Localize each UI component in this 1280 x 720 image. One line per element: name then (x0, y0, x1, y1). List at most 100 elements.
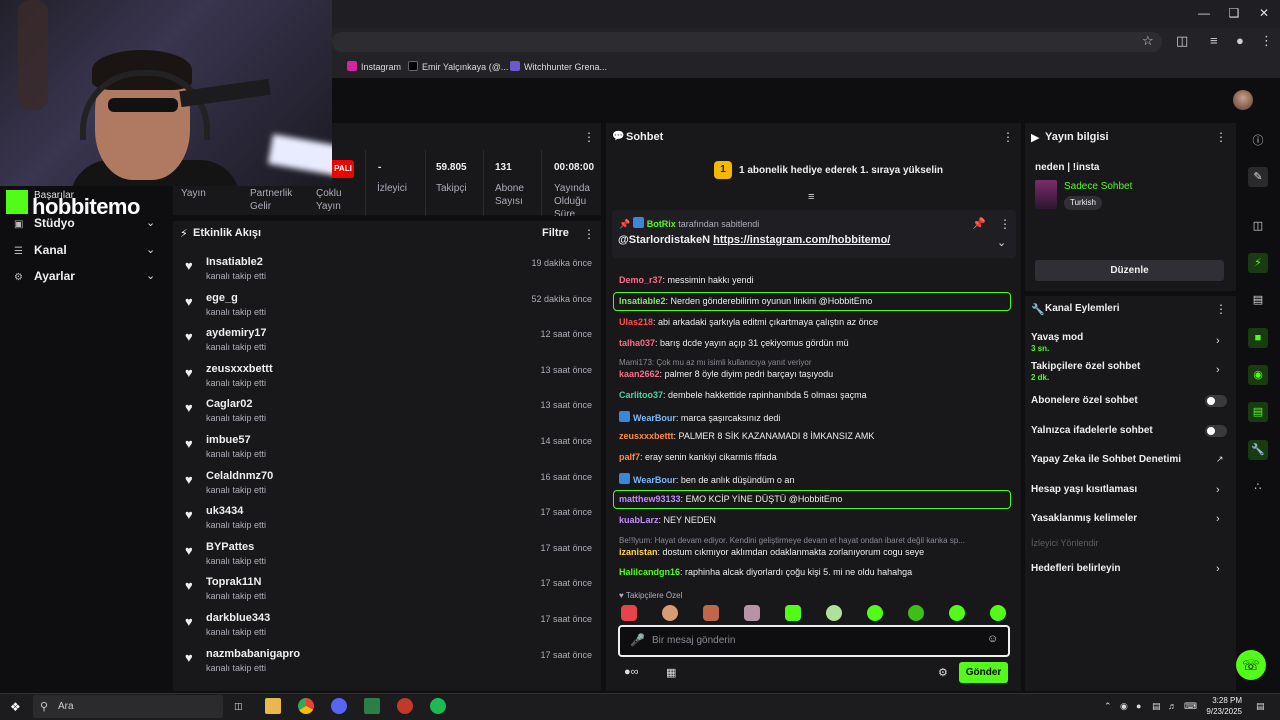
category-name[interactable]: Sadece Sohbet (1064, 181, 1132, 192)
chat-username[interactable]: zeusxxxbettt (619, 431, 674, 441)
star-icon[interactable]: ☆ (1142, 33, 1154, 49)
language-icon[interactable]: ⌨ (1184, 701, 1197, 712)
restore-icon[interactable]: ❑ (1224, 6, 1244, 20)
bookmark-witchhunter[interactable]: Witchhunter Grena... (510, 61, 607, 72)
layout-icon[interactable]: ▤ (1248, 402, 1268, 422)
more-icon[interactable]: ⋮ (583, 227, 595, 241)
send-button[interactable]: Gönder (959, 662, 1008, 683)
chevron-down-icon[interactable]: ⌄ (146, 216, 155, 229)
chevron-down-icon[interactable]: ⌄ (146, 269, 155, 282)
emote-icon[interactable] (908, 605, 924, 621)
gear-icon[interactable]: ⚙ (938, 666, 948, 679)
volume-icon[interactable]: ♬ (1168, 701, 1177, 711)
toggle-switch[interactable] (1205, 395, 1227, 407)
action-label[interactable]: Abonelere özel sohbet (1031, 395, 1138, 406)
tray-chevron-icon[interactable]: ⌃ (1104, 701, 1112, 712)
document-icon[interactable]: ▤ (1248, 290, 1268, 310)
info-icon[interactable]: ⓘ (1248, 131, 1268, 151)
action-label[interactable]: Yasaklanmış kelimeler (1031, 513, 1137, 524)
more-icon[interactable]: ⋮ (583, 130, 595, 144)
chat-username[interactable]: Carlitoo37 (619, 390, 663, 400)
xbox-icon[interactable] (364, 698, 380, 714)
wrench-icon[interactable]: 🔧 (1248, 440, 1268, 460)
emote-icon[interactable] (826, 605, 842, 621)
emote-icon[interactable] (949, 605, 965, 621)
chevron-right-icon[interactable]: › (1216, 364, 1220, 376)
discord-icon[interactable] (331, 698, 347, 714)
pin-icon[interactable]: 📌 (972, 217, 986, 230)
action-label[interactable]: Hedefleri belirleyin (1031, 563, 1120, 574)
toggle-switch[interactable] (1205, 425, 1227, 437)
crop-icon[interactable]: ◫ (1248, 216, 1268, 236)
expand-icon[interactable]: ⌄ (997, 236, 1006, 249)
more-icon[interactable]: ⋮ (1215, 130, 1227, 144)
feed-username[interactable]: ege_g (206, 292, 238, 304)
pencil-icon[interactable]: ✎ (1248, 167, 1268, 187)
menu-icon[interactable]: ⋮ (1260, 33, 1273, 49)
action-label[interactable]: Takipçilere özel sohbet (1031, 361, 1140, 372)
sub-goal-text[interactable]: 1 abonelik hediye ederek 1. sıraya yükse… (739, 165, 943, 176)
extensions-icon[interactable]: ◫ (1176, 33, 1188, 49)
more-icon[interactable]: ⋮ (1002, 130, 1014, 144)
more-icon[interactable]: ⋮ (1215, 302, 1227, 316)
chat-username[interactable]: kuabLarz (619, 515, 659, 525)
emote-icon[interactable] (785, 605, 801, 621)
emote-icon[interactable] (867, 605, 883, 621)
chat-username[interactable]: WearBour (633, 475, 676, 485)
task-view-icon[interactable]: ◫ (234, 701, 243, 712)
support-icon[interactable]: ☏ (1236, 650, 1266, 680)
mic-icon[interactable]: ● (1136, 701, 1141, 711)
profile-icon[interactable]: ● (1236, 33, 1244, 48)
emote-icon[interactable] (744, 605, 760, 621)
chat-username[interactable]: Halilcandgn16 (619, 567, 680, 577)
action-label[interactable]: Yavaş mod (1031, 332, 1083, 343)
chat-username[interactable]: kaan2662 (619, 369, 660, 379)
emote-icon[interactable] (990, 605, 1006, 621)
dots-icon[interactable]: ∴ (1248, 477, 1268, 497)
mic-icon[interactable]: 🎤 (630, 633, 645, 647)
chrome-icon[interactable] (298, 698, 314, 714)
feed-username[interactable]: aydemiry17 (206, 327, 267, 339)
chevron-down-icon[interactable]: ≡ (808, 191, 814, 203)
feed-username[interactable]: darkblue343 (206, 612, 270, 624)
feed-username[interactable]: zeusxxxbettt (206, 363, 273, 375)
feed-username[interactable]: Toprak11N (206, 576, 261, 588)
filter-button[interactable]: Filtre (542, 227, 569, 239)
action-label[interactable]: Yalnızca ifadelerle sohbet (1031, 425, 1153, 436)
bolt-icon[interactable]: ⚡ (1248, 253, 1268, 273)
feed-username[interactable]: Caglar02 (206, 398, 252, 410)
feed-username[interactable]: nazmbabanigapro (206, 648, 300, 660)
chevron-right-icon[interactable]: › (1216, 563, 1220, 575)
chat-username[interactable]: Demo_r37 (619, 275, 663, 285)
chat-icon[interactable]: ■ (1248, 328, 1268, 348)
url-field[interactable] (332, 32, 1162, 52)
nav-item-channel[interactable]: ☰ Kanal (14, 243, 67, 257)
notification-icon[interactable]: ▤ (1256, 701, 1265, 712)
chevron-right-icon[interactable]: › (1216, 513, 1220, 525)
emote-icon[interactable] (703, 605, 719, 621)
chevron-down-icon[interactable]: ⌄ (146, 243, 155, 256)
file-explorer-icon[interactable] (265, 698, 281, 714)
action-label[interactable]: Hesap yaşı kısıtlaması (1031, 484, 1137, 495)
chat-username[interactable]: palf7 (619, 452, 640, 462)
broadcast-icon[interactable]: ◉ (1248, 365, 1268, 385)
store-icon[interactable]: ▦ (666, 666, 676, 679)
chat-username[interactable]: Ulas218 (619, 317, 653, 327)
chevron-right-icon[interactable]: › (1216, 484, 1220, 496)
avatar[interactable] (1233, 90, 1253, 110)
network-icon[interactable]: ▤ (1152, 701, 1161, 712)
chat-username[interactable]: WearBour (633, 413, 676, 423)
edit-button[interactable]: Düzenle (1035, 260, 1224, 281)
action-label[interactable]: Yapay Zeka ile Sohbet Denetimi (1031, 454, 1181, 465)
feed-username[interactable]: uk3434 (206, 505, 243, 517)
windows-start-icon[interactable]: ❖ (10, 700, 21, 714)
app-icon[interactable] (397, 698, 413, 714)
chevron-right-icon[interactable]: › (1216, 335, 1220, 347)
feed-username[interactable]: Celaldnmz70 (206, 470, 273, 482)
external-link-icon[interactable]: ↗ (1216, 454, 1224, 465)
chat-username[interactable]: talha037 (619, 338, 655, 348)
bookmark-instagram[interactable]: Instagram (347, 61, 401, 72)
tray-icon[interactable]: ◉ (1120, 701, 1128, 712)
feed-username[interactable]: Insatiable2 (206, 256, 263, 268)
pinned-link[interactable]: https://instagram.com/hobbitemo/ (713, 234, 890, 246)
